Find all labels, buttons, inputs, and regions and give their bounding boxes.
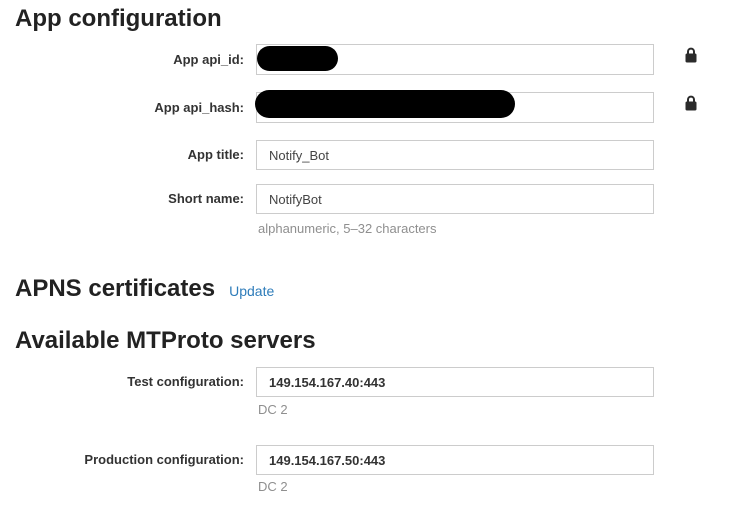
apns-update-link[interactable]: Update	[229, 283, 274, 299]
app-title-label: App title:	[0, 140, 244, 170]
api-id-label: App api_id:	[0, 44, 244, 75]
lock-icon	[684, 47, 698, 63]
apns-certificates-title: APNS certificates	[15, 275, 215, 302]
app-configuration-heading: App configuration	[15, 5, 222, 33]
api-hash-label: App api_hash:	[0, 92, 244, 123]
redaction-overlay-api-hash	[255, 90, 515, 118]
mtproto-servers-heading: Available MTProto servers	[15, 327, 316, 355]
test-configuration-input[interactable]	[256, 367, 654, 397]
apns-certificates-heading: APNS certificates Update	[15, 275, 274, 305]
test-configuration-label: Test configuration:	[0, 367, 244, 397]
short-name-input[interactable]	[256, 184, 654, 214]
app-settings-page: App configuration App api_id: App api_ha…	[0, 0, 752, 506]
short-name-label: Short name:	[0, 184, 244, 214]
app-title-input[interactable]	[256, 140, 654, 170]
redaction-overlay-api-id	[257, 46, 338, 71]
production-configuration-input[interactable]	[256, 445, 654, 475]
production-configuration-label: Production configuration:	[0, 445, 244, 475]
test-configuration-dc-helper: DC 2	[258, 402, 288, 417]
lock-icon	[684, 95, 698, 111]
short-name-helper: alphanumeric, 5–32 characters	[258, 221, 437, 236]
production-configuration-dc-helper: DC 2	[258, 479, 288, 494]
